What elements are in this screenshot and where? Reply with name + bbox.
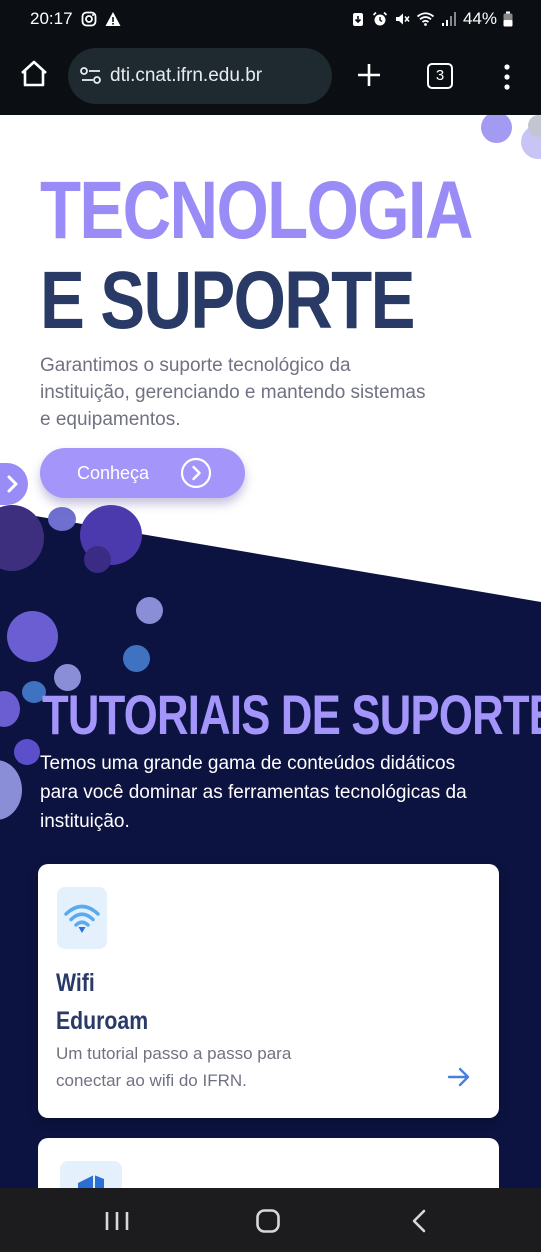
browser-toolbar: dti.cnat.ifrn.edu.br 3 xyxy=(0,38,541,115)
instagram-icon xyxy=(81,11,96,27)
decorative-bubble xyxy=(14,739,40,765)
chevron-right-icon xyxy=(7,475,18,493)
card-title-line1: Wifi xyxy=(56,969,95,997)
decorative-bubble xyxy=(48,507,76,531)
decorative-bubble xyxy=(7,611,58,662)
decorative-bubble xyxy=(123,645,150,672)
tutorial-card-partial[interactable] xyxy=(38,1138,499,1188)
system-navigation-bar xyxy=(0,1188,541,1252)
status-bar: 20:17 44% xyxy=(0,0,541,38)
web-page: TECNOLOGIA E SUPORTE Garantimos o suport… xyxy=(0,115,541,1188)
more-options-icon[interactable] xyxy=(500,62,514,92)
tutorials-title: TUTORIAIS DE SUPORTE xyxy=(42,683,541,746)
card-description: Um tutorial passo a passo para conectar … xyxy=(56,1044,292,1090)
battery-icon xyxy=(503,11,513,27)
warning-icon xyxy=(105,12,121,26)
download-icon xyxy=(352,13,363,26)
hero-title: TECNOLOGIA xyxy=(40,165,473,256)
decorative-bubble xyxy=(136,597,163,624)
back-icon[interactable] xyxy=(408,1208,432,1234)
site-settings-icon[interactable] xyxy=(80,66,102,86)
card-title-line2: Eduroam xyxy=(56,1007,149,1035)
wifi-icon xyxy=(416,12,435,26)
tab-switcher-button[interactable]: 3 xyxy=(427,63,453,89)
wifi-icon xyxy=(64,904,100,933)
arrow-right-icon[interactable] xyxy=(446,1064,472,1090)
recent-apps-icon[interactable] xyxy=(104,1210,130,1232)
learn-more-button[interactable]: Conheça xyxy=(40,448,245,498)
side-drawer-toggle[interactable] xyxy=(0,463,28,505)
home-icon[interactable] xyxy=(18,58,50,90)
url-text: dti.cnat.ifrn.edu.br xyxy=(110,65,263,86)
decorative-bubble xyxy=(84,546,111,573)
signal-icon xyxy=(441,12,456,26)
home-button-icon[interactable] xyxy=(255,1208,281,1234)
mute-icon xyxy=(395,13,410,25)
tutorial-card-wifi[interactable]: Wifi Eduroam Um tutorial passo a passo p… xyxy=(38,864,499,1118)
card-title: Wifi Eduroam xyxy=(56,964,148,1040)
card-icon-container xyxy=(60,1161,122,1188)
battery-percent: 44% xyxy=(462,9,497,28)
learn-more-button-label: Conheça xyxy=(77,462,150,483)
alarm-icon xyxy=(372,11,388,26)
card-icon-container xyxy=(57,887,107,949)
decorative-bubble xyxy=(528,115,541,137)
chevron-right-circle-icon xyxy=(180,457,212,489)
clock: 20:17 xyxy=(30,9,73,28)
new-tab-icon[interactable] xyxy=(354,60,384,90)
book-icon xyxy=(78,1175,104,1188)
address-bar[interactable]: dti.cnat.ifrn.edu.br xyxy=(68,48,332,104)
tutorials-description: Temos uma grande gama de conteúdos didát… xyxy=(40,753,467,832)
hero-description: Garantimos o suporte tecnológico da inst… xyxy=(40,355,426,430)
hero-title-secondary: E SUPORTE xyxy=(40,255,415,346)
